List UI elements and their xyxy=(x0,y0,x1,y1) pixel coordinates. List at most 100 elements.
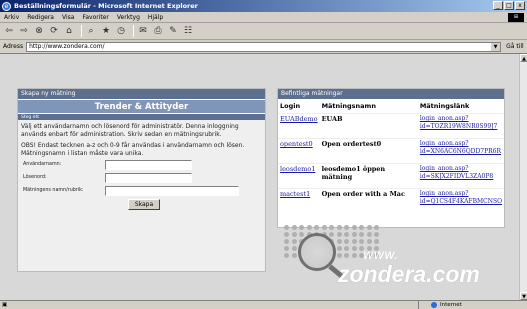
table-row: mactest1 Open order with a Mac login_ano… xyxy=(278,188,504,214)
survey-name: Open ordertest0 xyxy=(319,138,418,164)
logo-dot xyxy=(344,232,349,237)
create-survey-panel: Skapa ny mätning Trender & Attityder Ste… xyxy=(17,88,266,272)
close-button[interactable]: x xyxy=(515,1,525,10)
logo-dot xyxy=(374,232,379,237)
logo-dot xyxy=(284,253,289,258)
logo-dot xyxy=(291,239,297,244)
logo-dot xyxy=(284,232,289,237)
username-input[interactable] xyxy=(105,159,192,170)
address-input[interactable]: http://www.zondera.com/ ▼ xyxy=(26,41,502,52)
logo-dot xyxy=(366,239,372,244)
mail-icon[interactable]: ✉ xyxy=(137,25,149,37)
favorites-icon[interactable]: ★ xyxy=(100,25,112,37)
go-button[interactable]: Gå till xyxy=(506,43,524,50)
scroll-down-icon[interactable]: ▼ xyxy=(520,292,527,300)
survey-name: leosdemo1 öppen mätning xyxy=(319,163,418,189)
survey-banner: Trender & Attityder xyxy=(18,99,265,113)
window-title: Beställningsformulär - Microsoft Interne… xyxy=(14,2,198,10)
login-link[interactable]: opentest0 xyxy=(280,140,313,148)
logo-dot xyxy=(351,239,357,244)
logo-dot xyxy=(374,225,379,230)
survey-name-row: Mätningens namn/rubrik: xyxy=(18,184,265,197)
logo-dot xyxy=(284,246,289,251)
logo-dot xyxy=(299,225,304,230)
login-link[interactable]: mactest1 xyxy=(280,190,310,198)
logo-dot xyxy=(291,225,297,230)
toolbar-separator xyxy=(133,25,134,37)
intro-text: Välj ett användarnamn och lösenord för a… xyxy=(21,123,239,138)
menu-bar: Arkiv Redigera Visa Favoriter Verktyg Hj… xyxy=(0,12,527,23)
logo-dot xyxy=(284,225,289,230)
survey-link[interactable]: login_anon.asp? id=Q1CS4F4KAFBMCNSO xyxy=(420,190,502,205)
survey-name-input[interactable] xyxy=(105,185,239,196)
refresh-icon[interactable]: ⟳ xyxy=(48,25,60,37)
logo-dot xyxy=(329,232,334,237)
survey-name-label: Mätningens namn/rubrik: xyxy=(23,188,84,193)
history-icon[interactable]: ◷ xyxy=(115,25,127,37)
column-header-link: Mätningslänk xyxy=(417,99,504,114)
logo-dot xyxy=(359,239,364,244)
login-link[interactable]: leosdemo1 xyxy=(280,165,315,173)
logo-dot xyxy=(336,232,342,237)
toolbar-separator xyxy=(81,25,82,37)
step-label: Steg ett xyxy=(18,113,265,120)
windows-logo-icon: ⊞ xyxy=(508,13,524,22)
logo-dot xyxy=(359,232,364,237)
logo-dot xyxy=(336,246,342,251)
security-zone: Internet xyxy=(418,301,508,309)
column-header-name: Mätningsnamn xyxy=(319,99,418,114)
logo-dot xyxy=(344,246,349,251)
forward-icon[interactable]: ⇨ xyxy=(18,25,30,37)
username-row: Användarnamn: xyxy=(18,158,265,171)
password-input[interactable] xyxy=(105,172,192,183)
menu-verktyg[interactable]: Verktyg xyxy=(117,14,140,21)
globe-icon xyxy=(431,302,437,308)
search-icon[interactable]: ⌕ xyxy=(85,25,97,37)
zone-label: Internet xyxy=(440,302,462,308)
existing-surveys-header: Befintliga mätningar xyxy=(278,89,504,99)
logo-dot xyxy=(351,232,357,237)
menu-arkiv[interactable]: Arkiv xyxy=(4,14,19,21)
create-button[interactable]: Skapa xyxy=(127,199,161,210)
logo-dot xyxy=(321,225,327,230)
title-bar: e Beställningsformulär - Microsoft Inter… xyxy=(0,0,527,12)
logo-dot xyxy=(291,246,297,251)
zondera-logo: www. zondera.com xyxy=(278,221,480,301)
maximize-button[interactable]: □ xyxy=(504,1,514,10)
stop-icon[interactable]: ⊗ xyxy=(33,25,45,37)
print-icon[interactable]: ⎙ xyxy=(152,25,164,37)
address-dropdown-icon[interactable]: ▼ xyxy=(491,42,501,51)
menu-redigera[interactable]: Redigera xyxy=(27,14,54,21)
logo-dot xyxy=(344,225,349,230)
logo-dot xyxy=(329,225,334,230)
back-icon[interactable]: ⇦ xyxy=(3,25,15,37)
survey-link[interactable]: login_anon.asp? id=SKJX2FIDVL3ZA0P8 xyxy=(420,165,493,180)
table-row: opentest0 Open ordertest0 login_anon.asp… xyxy=(278,138,504,164)
survey-name: EUAB xyxy=(319,113,418,139)
vertical-scrollbar[interactable]: ▲ ▼ xyxy=(519,54,527,300)
password-row: Lösenord: xyxy=(18,171,265,184)
survey-link[interactable]: login_anon.asp? id=TOZR19W8NR0S99J7 xyxy=(420,115,498,130)
logo-dot xyxy=(291,253,297,258)
edit-icon[interactable]: ✎ xyxy=(167,25,179,37)
login-link[interactable]: EUABdemo xyxy=(280,115,318,123)
menu-hjalp[interactable]: Hjälp xyxy=(148,14,163,21)
logo-dot xyxy=(336,239,342,244)
table-row: EUABdemo EUAB login_anon.asp? id=TOZR19W8… xyxy=(278,113,504,139)
menu-favoriter[interactable]: Favoriter xyxy=(82,14,108,21)
logo-dot xyxy=(351,253,357,258)
logo-brand: zondera.com xyxy=(338,261,480,287)
create-survey-header: Skapa ny mätning xyxy=(18,89,265,99)
address-url: http://www.zondera.com/ xyxy=(29,43,105,50)
survey-link[interactable]: login_anon.asp? id=XN6AC6N6QDD7PR6R xyxy=(420,140,501,155)
note-text: OBS! Endast tecknen a-z och 0-9 får anvä… xyxy=(21,142,245,157)
minimize-button[interactable]: _ xyxy=(493,1,503,10)
discuss-icon[interactable]: ☷ xyxy=(182,25,194,37)
toolbar: ⇦ ⇨ ⊗ ⟳ ⌂ ⌕ ★ ◷ ✉ ⎙ ✎ ☷ xyxy=(0,23,527,40)
home-icon[interactable]: ⌂ xyxy=(63,25,75,37)
menu-visa[interactable]: Visa xyxy=(62,14,74,21)
logo-dot xyxy=(374,239,379,244)
scroll-up-icon[interactable]: ▲ xyxy=(520,54,527,62)
address-label: Adress xyxy=(3,43,24,50)
logo-dot xyxy=(344,239,349,244)
